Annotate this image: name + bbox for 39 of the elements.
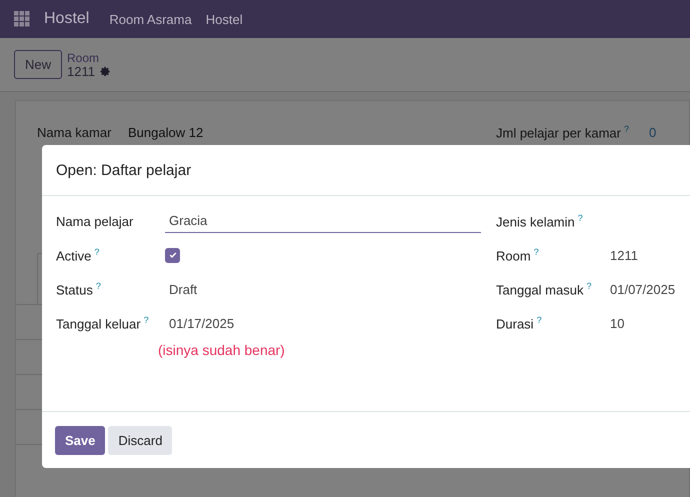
save-button[interactable]: Save [55,426,106,454]
breadcrumb-link[interactable]: Room [67,50,111,64]
new-button[interactable]: New [14,50,62,79]
gear-icon[interactable] [100,66,111,77]
field-label: Durasi [496,316,534,332]
note-text: (isinya sudah benar) [157,342,286,358]
help-mark[interactable]: ? [96,280,101,291]
help-mark[interactable]: ? [578,212,583,223]
field-label: Active [56,248,92,264]
field-label: Status [56,282,93,298]
field-label: Nama kamar [37,124,112,140]
field-value: 01/17/2025 [168,316,234,330]
discard-button[interactable]: Discard [108,426,172,454]
field-label: Jml pelajar per kamar [496,125,621,140]
menu-item[interactable]: Room Asrama [109,12,192,26]
apps-grid-icon[interactable] [14,11,30,27]
check-icon [168,251,176,259]
help-mark[interactable]: ? [586,280,592,291]
app-name[interactable]: Hostel [44,10,90,28]
help-mark[interactable]: ? [94,246,100,257]
field-label: Nama pelajar [56,214,134,228]
field-label: Room [496,248,531,264]
help-mark[interactable]: ? [144,314,149,325]
field-label: Jenis kelamin [496,214,575,230]
field-value: Bungalow 12 [128,124,204,140]
field-value: 01/07/2025 [609,282,676,296]
menu-item[interactable]: Hostel [206,12,243,26]
field-value: 10 [609,316,624,330]
help-mark[interactable]: ? [534,246,539,257]
field-value: Draft [168,282,198,296]
dialog-title: Open: Daftar pelajar [56,162,192,178]
field-value: 0 [649,124,656,140]
active-checkbox[interactable] [165,248,180,262]
field-label: Tanggal masuk [496,282,584,298]
field-value: 1211 [609,248,638,262]
help-mark[interactable]: ? [536,314,542,325]
help-mark[interactable]: ? [624,124,630,134]
field-label: Tanggal keluar [56,316,141,332]
record-name: 1211 [67,64,95,78]
